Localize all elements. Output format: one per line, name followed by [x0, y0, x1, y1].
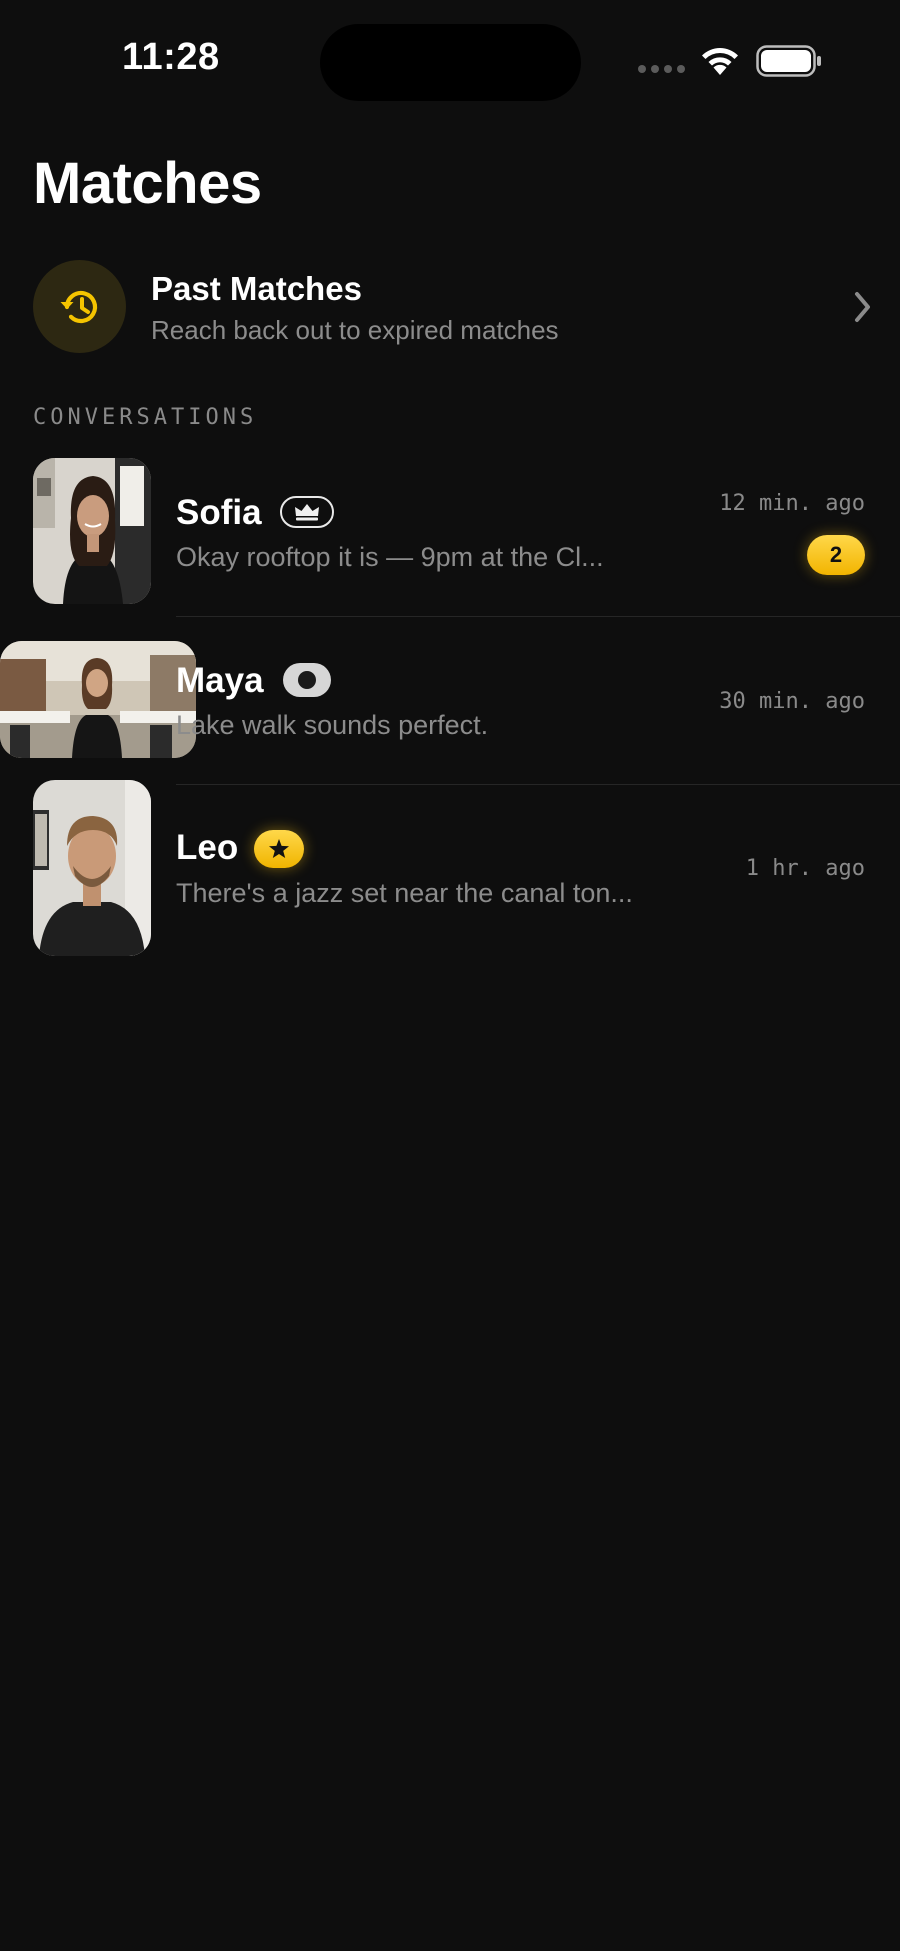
- conversation-time: 12 min. ago: [719, 491, 865, 516]
- matches-screen: 11:28 Matches Past Matches Reach back ou…: [0, 0, 900, 1951]
- avatar: [33, 458, 151, 604]
- chevron-right-icon: [855, 292, 870, 322]
- past-matches-title: Past Matches: [151, 270, 362, 307]
- history-icon: [60, 290, 97, 323]
- conversation-time: 30 min. ago: [719, 689, 865, 714]
- star-icon: [269, 839, 289, 858]
- unread-count-badge: 2: [807, 535, 865, 575]
- battery-icon: [756, 45, 821, 77]
- conversation-row-sofia[interactable]: Sofia Okay rooftop it is — 9pm at the Cl…: [0, 455, 900, 617]
- conversation-time: 1 hr. ago: [745, 856, 865, 881]
- past-matches-subtitle: Reach back out to expired matches: [151, 315, 559, 345]
- past-matches-row[interactable]: Past Matches Reach back out to expired m…: [33, 260, 873, 354]
- conversation-row-leo[interactable]: Leo There's a jazz set near the canal to…: [0, 780, 900, 960]
- dynamic-island: [320, 24, 581, 101]
- conversation-preview: Lake walk sounds perfect.: [176, 710, 489, 740]
- conversation-preview: There's a jazz set near the canal ton...: [176, 878, 633, 908]
- conversation-preview: Okay rooftop it is — 9pm at the Cl...: [176, 542, 604, 572]
- conversation-row-maya[interactable]: Maya Lake walk sounds perfect. 30 min. a…: [0, 627, 900, 785]
- avatar: [33, 780, 151, 956]
- cellular-signal-icon: [638, 65, 685, 73]
- status-time: 11:28: [122, 36, 220, 78]
- avatar: [0, 641, 196, 758]
- eye-icon: [298, 671, 316, 689]
- crown-icon: [295, 504, 319, 521]
- wifi-icon: [702, 48, 738, 75]
- divider: [176, 616, 900, 617]
- eye-badge: [283, 663, 331, 697]
- star-badge: [254, 830, 304, 868]
- page-title: Matches: [33, 151, 262, 216]
- conversation-name: Sofia: [176, 493, 262, 532]
- past-matches-icon-container: [33, 260, 126, 353]
- conversation-name: Leo: [176, 828, 239, 867]
- section-label: CONVERSATIONS: [33, 405, 258, 430]
- conversation-name: Maya: [176, 661, 264, 700]
- crown-badge: [280, 496, 334, 528]
